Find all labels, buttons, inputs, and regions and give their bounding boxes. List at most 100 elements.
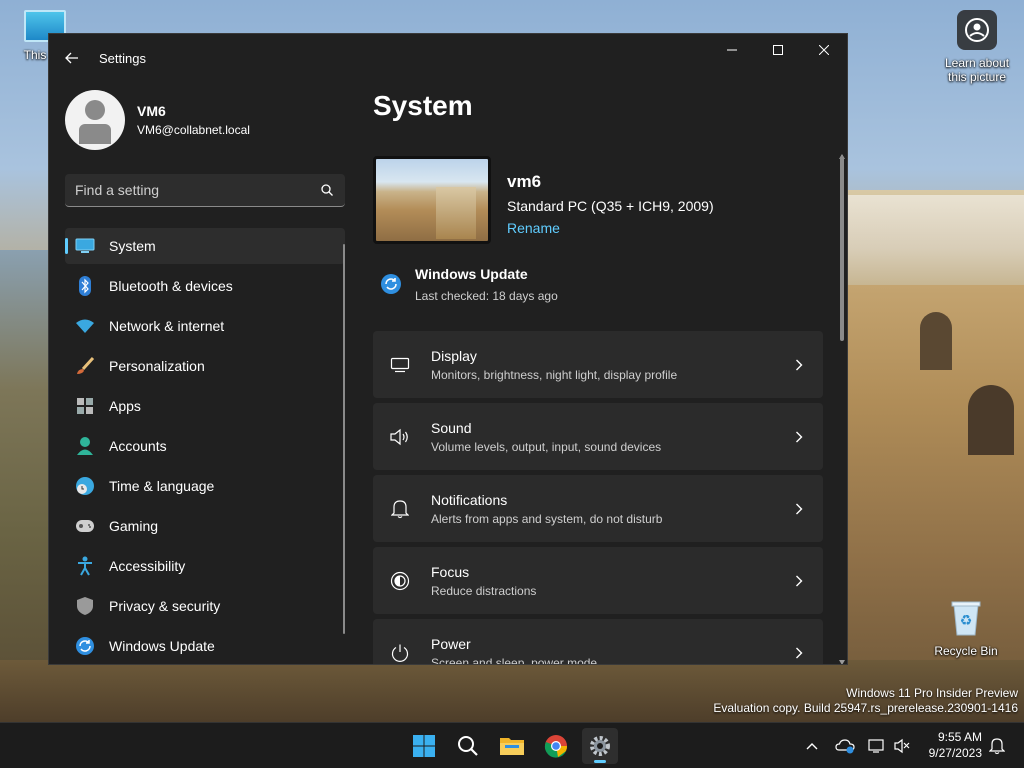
main-content: System vm6 Standard PC (Q35 + ICH9, 2009…	[373, 90, 823, 664]
windows-update-status[interactable]: Windows Update Last checked: 18 days ago	[379, 266, 558, 303]
sidebar-item-network-internet[interactable]: Network & internet	[65, 308, 345, 344]
card-power[interactable]: Power Screen and sleep, power mode	[373, 619, 823, 664]
avatar	[65, 90, 125, 150]
volume-tray-button[interactable]	[890, 723, 914, 768]
shield-icon	[75, 596, 95, 616]
card-display[interactable]: Display Monitors, brightness, night ligh…	[373, 331, 823, 398]
search-box[interactable]	[65, 174, 345, 207]
scroll-up-icon[interactable]	[839, 146, 845, 159]
sidebar-item-gaming[interactable]: Gaming	[65, 508, 345, 544]
person-icon	[75, 436, 95, 456]
windows-watermark: Windows 11 Pro Insider Preview Evaluatio…	[713, 686, 1018, 716]
onedrive-tray-button[interactable]	[832, 723, 858, 768]
chevron-right-icon	[791, 645, 807, 661]
maximize-button[interactable]	[755, 34, 801, 66]
update-icon	[379, 272, 403, 296]
apps-icon	[75, 396, 95, 416]
minimize-button[interactable]	[709, 34, 755, 66]
card-title: Display	[431, 347, 477, 364]
title-bar[interactable]: Settings	[49, 34, 847, 82]
settings-window: Settings VM6 VM6@collabnet.local System	[48, 33, 848, 665]
user-profile[interactable]: VM6 VM6@collabnet.local	[65, 90, 250, 150]
chevron-right-icon	[791, 501, 807, 517]
focus-icon	[389, 570, 411, 592]
user-name: VM6	[137, 103, 166, 119]
sidebar-item-label: Time & language	[109, 478, 215, 494]
network-tray-button[interactable]	[864, 723, 888, 768]
sidebar-item-label: Accounts	[109, 438, 167, 454]
network-icon	[868, 739, 884, 753]
settings-taskbar-button[interactable]	[582, 728, 618, 764]
display-icon	[389, 354, 411, 376]
recycle-bin-icon: ♻	[949, 598, 983, 638]
settings-cards: Display Monitors, brightness, night ligh…	[373, 331, 823, 664]
search-icon[interactable]	[319, 182, 335, 198]
sidebar-item-label: Gaming	[109, 518, 159, 534]
chrome-icon	[544, 735, 568, 758]
chevron-up-icon	[806, 743, 818, 750]
card-subtitle: Monitors, brightness, night light, displ…	[431, 367, 678, 382]
card-subtitle: Volume levels, output, input, sound devi…	[431, 439, 662, 454]
wifi-icon	[75, 316, 95, 336]
settings-icon	[590, 736, 610, 756]
svg-text:♻: ♻	[960, 613, 973, 629]
taskbar-clock[interactable]: 9:55 AM 9/27/2023	[929, 729, 982, 761]
device-info: vm6 Standard PC (Q35 + ICH9, 2009) Renam…	[373, 156, 714, 244]
card-focus[interactable]: Focus Reduce distractions	[373, 547, 823, 614]
taskbar: 9:55 AM 9/27/2023	[0, 722, 1024, 768]
search-input[interactable]	[75, 182, 319, 198]
card-title: Notifications	[431, 491, 508, 508]
sidebar-scrollbar[interactable]	[343, 244, 345, 634]
card-sound[interactable]: Sound Volume levels, output, input, soun…	[373, 403, 823, 470]
bell-icon	[389, 498, 411, 520]
sidebar-item-time-language[interactable]: Time & language	[65, 468, 345, 504]
windows-update-title: Windows Update	[415, 266, 528, 282]
card-notifications[interactable]: Notifications Alerts from apps and syste…	[373, 475, 823, 542]
scroll-down-icon[interactable]	[839, 652, 845, 664]
clock-time: 9:55 AM	[937, 730, 982, 744]
sidebar-item-accessibility[interactable]: Accessibility	[65, 548, 345, 584]
taskbar-search-button[interactable]	[450, 728, 486, 764]
device-name: vm6	[507, 172, 542, 191]
monitor-icon	[75, 236, 95, 256]
bluetooth-icon	[75, 276, 95, 296]
start-icon	[413, 735, 435, 757]
desktop-wallpaper-thumbnail[interactable]	[373, 156, 491, 244]
sidebar-item-system[interactable]: System	[65, 228, 345, 264]
file-explorer-button[interactable]	[494, 728, 530, 764]
chevron-right-icon	[791, 573, 807, 589]
chrome-button[interactable]	[538, 728, 574, 764]
sidebar-item-accounts[interactable]: Accounts	[65, 428, 345, 464]
sidebar-item-privacy-security[interactable]: Privacy & security	[65, 588, 345, 624]
chevron-right-icon	[791, 429, 807, 445]
maximize-icon	[773, 45, 783, 55]
speaker-icon	[389, 426, 411, 448]
card-subtitle: Reduce distractions	[431, 583, 537, 598]
desktop-icon-recycle-bin[interactable]: ♻ Recycle Bin	[926, 598, 1006, 658]
card-title: Power	[431, 635, 471, 652]
bell-icon	[989, 738, 1005, 755]
sidebar-item-label: Apps	[109, 398, 141, 414]
card-subtitle: Alerts from apps and system, do not dist…	[431, 511, 663, 526]
desktop-icon-learn-about[interactable]: Learn about this picture	[938, 10, 1016, 84]
desktop-icon-label: Recycle Bin	[934, 644, 998, 658]
sidebar-item-label: Privacy & security	[109, 598, 221, 614]
notification-center-button[interactable]	[986, 723, 1008, 768]
accessibility-icon	[75, 556, 95, 576]
file-explorer-icon	[500, 738, 524, 755]
scrollbar-thumb[interactable]	[840, 156, 844, 341]
camera-icon	[957, 10, 997, 50]
sidebar-item-windows-update[interactable]: Windows Update	[65, 628, 345, 664]
start-button[interactable]	[406, 728, 442, 764]
sidebar-item-bluetooth-devices[interactable]: Bluetooth & devices	[65, 268, 345, 304]
user-email: VM6@collabnet.local	[137, 123, 250, 137]
close-button[interactable]	[801, 34, 847, 66]
sidebar-item-apps[interactable]: Apps	[65, 388, 345, 424]
tray-overflow-button[interactable]	[800, 723, 824, 768]
sidebar-item-personalization[interactable]: Personalization	[65, 348, 345, 384]
back-button[interactable]	[59, 46, 85, 70]
rename-link[interactable]: Rename	[507, 220, 714, 236]
content-scrollbar[interactable]	[839, 146, 845, 664]
brush-icon	[75, 356, 95, 376]
globe-clock-icon	[75, 476, 95, 496]
